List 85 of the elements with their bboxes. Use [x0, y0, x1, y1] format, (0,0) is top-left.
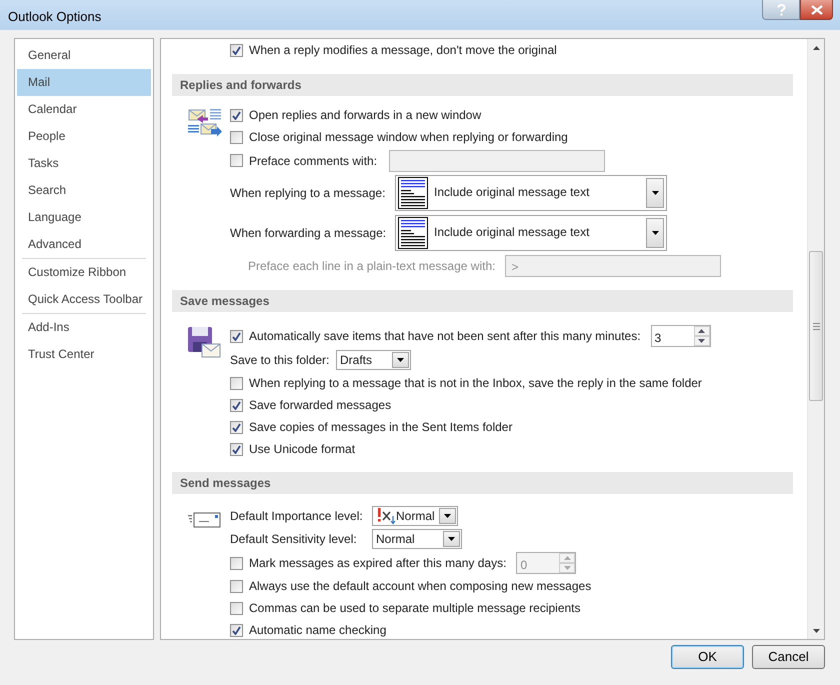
checkbox[interactable]	[230, 442, 243, 456]
grip-icon	[812, 322, 820, 330]
section-header: Replies and forwards	[172, 74, 793, 96]
checkbox[interactable]	[230, 330, 243, 342]
sidebar-item[interactable]: Advanced	[17, 231, 151, 258]
checkbox-label: Close original message window when replying or forwarding	[249, 129, 568, 146]
checkbox[interactable]	[230, 130, 243, 144]
number-spinner[interactable]: 3	[650, 325, 711, 347]
dropdown-arrow-icon	[652, 191, 658, 195]
sidebar-item[interactable]: Quick Access Toolbar	[17, 286, 151, 313]
close-button[interactable]	[800, 0, 833, 20]
checkbox[interactable]	[230, 108, 243, 122]
sidebar-item[interactable]: General	[17, 42, 151, 69]
checkbox-label: Automatic name checking	[249, 622, 386, 639]
floppy-envelope-icon	[187, 326, 221, 358]
checkbox-label: Always use the default account when composing new messages	[249, 578, 592, 595]
check-icon	[232, 110, 241, 120]
check-icon	[232, 332, 241, 340]
down-arrow-icon	[564, 566, 571, 570]
window-title: Outlook Options	[8, 8, 102, 26]
check-icon	[232, 444, 241, 454]
checkbox-label: Automatically save items that have not been sent after this many minutes:	[249, 328, 641, 345]
message-template-icon	[398, 177, 428, 209]
reply-forward-icon	[187, 106, 223, 138]
cancel-button[interactable]: Cancel	[752, 645, 825, 669]
checkbox[interactable]	[230, 420, 243, 434]
sidebar-item[interactable]: Language	[17, 204, 151, 231]
check-icon	[232, 400, 241, 410]
sidebar-item[interactable]: Calendar	[17, 96, 151, 123]
sidebar-item[interactable]: Search	[17, 177, 151, 204]
field-label: Preface each line in a plain-text message with:	[248, 258, 496, 275]
checkbox-label: When replying to a message that is not in the Inbox, save the reply in the same folder	[249, 375, 702, 392]
checkbox[interactable]	[230, 580, 243, 592]
scroll-down-icon[interactable]	[812, 628, 820, 632]
checkbox[interactable]	[230, 602, 243, 614]
checkbox[interactable]	[230, 624, 243, 636]
close-icon	[810, 4, 822, 14]
checkbox-label: Save forwarded messages	[249, 397, 392, 414]
message-template-icon	[398, 217, 428, 249]
check-icon	[232, 422, 241, 432]
checkbox[interactable]	[230, 376, 243, 390]
dropdown[interactable]: Normal	[372, 506, 458, 526]
checkbox-label: Save copies of messages in the Sent Items folder	[249, 419, 512, 436]
field-label: Default Sensitivity level:	[230, 531, 358, 548]
field-label: Default Importance level:	[230, 508, 364, 524]
checkbox[interactable]	[230, 398, 243, 412]
field-label: When replying to a message:	[230, 185, 383, 202]
dropdown[interactable]: Normal	[372, 529, 462, 549]
down-arrow-icon	[698, 339, 706, 343]
dropdown-arrow-icon	[397, 358, 404, 362]
sidebar-item[interactable]: Mail	[17, 69, 151, 96]
up-arrow-icon	[564, 556, 571, 560]
help-button[interactable]	[762, 0, 800, 20]
field-label: Save to this folder:	[230, 352, 330, 369]
sidebar-item[interactable]: Add-Ins	[17, 314, 151, 341]
help-icon	[776, 4, 786, 16]
dropdown-arrow-icon	[448, 537, 455, 541]
field-label: When forwarding a message:	[230, 225, 383, 242]
checkbox[interactable]	[230, 556, 243, 570]
checkbox-label: Use Unicode format	[249, 441, 356, 458]
scroll-up-icon[interactable]	[812, 46, 820, 50]
dropdown-arrow-icon	[444, 514, 451, 518]
check-icon	[232, 626, 241, 634]
checkbox[interactable]	[230, 44, 243, 56]
sidebar-item[interactable]: Trust Center	[17, 341, 151, 368]
sidebar-item[interactable]: People	[17, 123, 151, 150]
up-arrow-icon	[698, 329, 706, 333]
section-header: Send messages	[172, 472, 793, 494]
section-header: Save messages	[172, 290, 793, 312]
template-dropdown[interactable]: Include original message text	[395, 175, 667, 211]
importance-icon	[376, 506, 396, 524]
template-dropdown[interactable]: Include original message text	[395, 215, 667, 251]
checkbox[interactable]	[230, 154, 243, 167]
sidebar-item[interactable]: Customize Ribbon	[17, 259, 151, 286]
dropdown[interactable]: Drafts	[336, 350, 411, 370]
scrollbar[interactable]	[807, 39, 824, 639]
checkbox-label: Mark messages as expired after this many days:	[249, 555, 506, 572]
checkbox-label: When a reply modifies a message, don't move the original	[249, 42, 557, 59]
checkbox-label: Open replies and forwards in a new window	[249, 107, 482, 124]
checkbox-label: Commas can be used to separate multiple message recipients	[249, 600, 580, 617]
ok-button[interactable]: OK	[671, 645, 744, 669]
check-icon	[232, 46, 241, 54]
sidebar-item[interactable]: Tasks	[17, 150, 151, 177]
checkbox-label: Preface comments with:	[249, 152, 378, 170]
dropdown-arrow-icon	[652, 231, 658, 235]
